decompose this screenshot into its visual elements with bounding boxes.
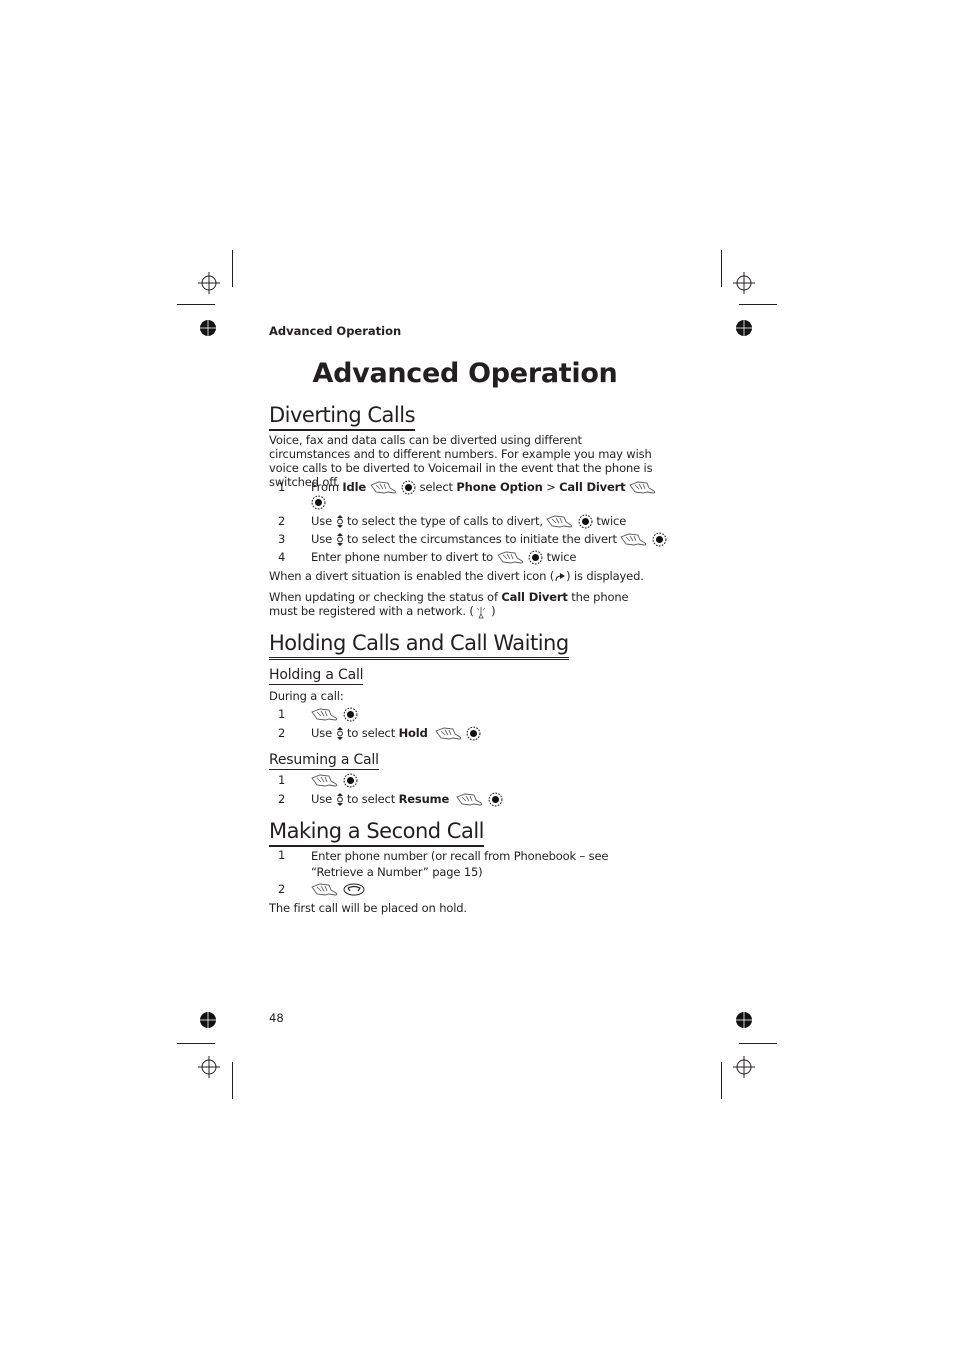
step-text: Enter phone number to divert to twice <box>311 550 577 565</box>
navigation-icon <box>336 514 344 528</box>
softkey-icon <box>311 774 338 787</box>
ok-button-icon <box>652 532 667 547</box>
crop-mark <box>739 304 777 305</box>
section-heading-second-call: Making a Second Call <box>269 819 485 847</box>
softkey-icon <box>370 481 396 494</box>
ok-button-icon <box>578 514 593 529</box>
registration-dot-icon <box>200 320 216 336</box>
ok-button-icon <box>343 773 357 788</box>
step-text: Use to select the circumstances to initi… <box>311 532 671 547</box>
registration-dot-icon <box>200 1012 216 1028</box>
softkey-icon <box>311 708 338 721</box>
step-number: 2 <box>278 792 286 806</box>
softkey-icon <box>620 533 647 546</box>
step-text <box>311 707 661 722</box>
registration-mark-icon <box>198 1056 220 1078</box>
list-item: 1 Enter phone number (or recall from Pho… <box>269 848 669 880</box>
registration-mark-icon <box>733 1056 755 1078</box>
holding-intro: During a call: <box>269 689 344 703</box>
step-number: 1 <box>278 773 286 787</box>
ok-button-icon <box>488 792 503 807</box>
subheading-holding-a-call: Holding a Call <box>269 667 364 685</box>
crop-mark <box>177 1043 215 1044</box>
softkey-icon <box>497 551 523 564</box>
step-text: From Idle select Phone Option > Call Div… <box>311 480 661 510</box>
crop-mark <box>232 1062 233 1099</box>
step-number: 2 <box>278 882 286 896</box>
step-text <box>311 773 661 788</box>
navigation-icon <box>336 792 344 806</box>
page-title: Advanced Operation <box>312 358 618 389</box>
call-button-icon <box>343 883 365 896</box>
step-number: 2 <box>278 726 286 740</box>
softkey-icon <box>629 481 656 494</box>
ok-button-icon <box>401 480 416 495</box>
step-text <box>311 882 661 897</box>
subheading-resuming-a-call: Resuming a Call <box>269 752 379 770</box>
ok-button-icon <box>311 495 326 510</box>
page-number: 48 <box>269 1011 284 1025</box>
registration-mark-icon <box>198 272 220 294</box>
crop-mark <box>721 1062 722 1099</box>
network-antenna-icon <box>476 606 485 618</box>
list-item: 1 From Idle select Phone Option > Call D… <box>269 480 669 512</box>
step-text: Enter phone number (or recall from Phone… <box>311 849 609 879</box>
crop-mark <box>739 1043 777 1044</box>
section-heading-holding: Holding Calls and Call Waiting <box>269 631 569 660</box>
step-text: Use to select Hold <box>311 726 661 741</box>
step-number: 1 <box>278 707 286 721</box>
divert-icon-note: When a divert situation is enabled the d… <box>269 569 644 583</box>
ok-button-icon <box>343 707 357 722</box>
softkey-icon <box>311 883 338 896</box>
navigation-icon <box>336 532 344 546</box>
step-number: 1 <box>278 480 286 494</box>
divert-status-icon <box>555 572 566 581</box>
step-number: 4 <box>278 550 286 564</box>
navigation-icon <box>336 726 344 740</box>
crop-mark <box>177 304 215 305</box>
second-call-footer: The first call will be placed on hold. <box>269 901 467 915</box>
section-heading-diverting: Diverting Calls <box>269 403 416 431</box>
registration-dot-icon <box>736 320 752 336</box>
network-note: When updating or checking the status of … <box>269 590 629 618</box>
crop-mark <box>232 250 233 287</box>
running-header: Advanced Operation <box>269 324 402 338</box>
crop-mark <box>721 250 722 287</box>
step-text: Use to select the type of calls to diver… <box>311 514 627 529</box>
step-number: 2 <box>278 514 286 528</box>
step-number: 1 <box>278 848 286 862</box>
step-number: 3 <box>278 532 286 546</box>
registration-dot-icon <box>736 1012 752 1028</box>
softkey-icon <box>546 515 573 528</box>
softkey-icon <box>456 793 483 806</box>
step-text: Use to select Resume <box>311 792 661 807</box>
ok-button-icon <box>528 550 543 565</box>
softkey-icon <box>435 727 461 740</box>
ok-button-icon <box>466 726 481 741</box>
registration-mark-icon <box>733 272 755 294</box>
